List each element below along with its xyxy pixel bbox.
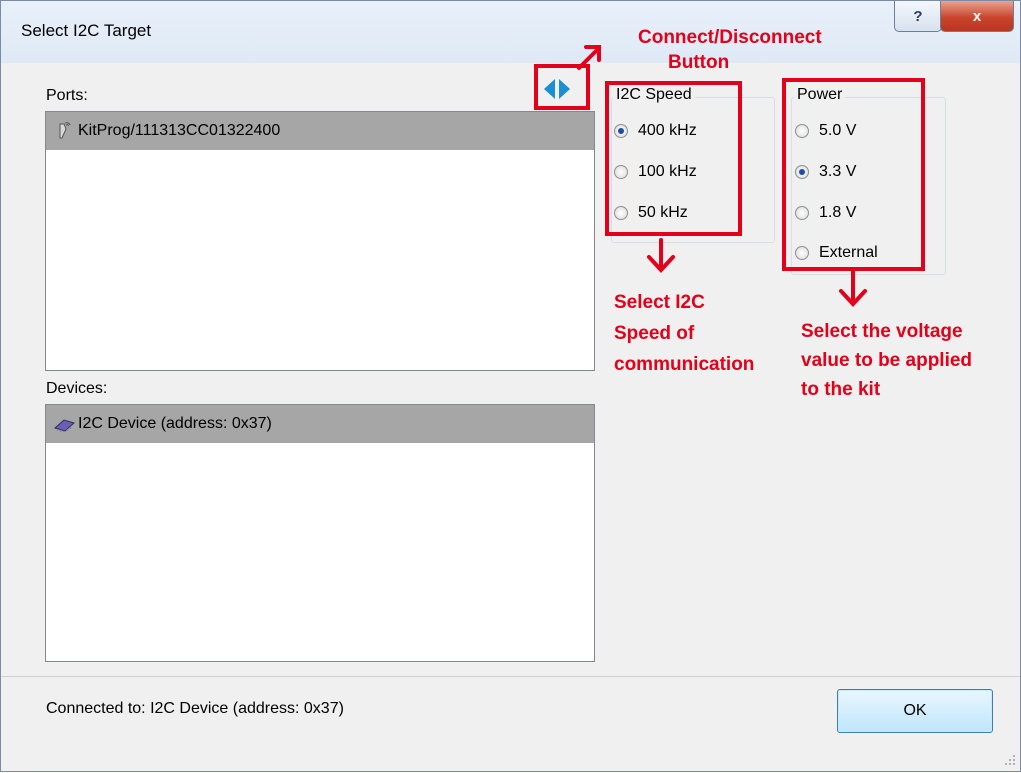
power-annotation-line: value to be applied — [801, 350, 973, 371]
connect-arrow-line — [577, 46, 601, 70]
speed-annotation-line: communication — [614, 354, 755, 375]
speed-annotation-line: Select I2C — [614, 292, 705, 313]
connection-status: Connected to: I2C Device (address: 0x37) — [46, 700, 344, 717]
power-annotation-line: Select the voltage — [801, 321, 963, 342]
resize-grip-icon[interactable] — [1003, 753, 1017, 767]
connect-annotation-line: Connect/Disconnect — [638, 27, 822, 48]
speed-annotation: Select I2C Speed of communication — [614, 287, 754, 380]
power-annotation: Select the voltage value to be applied t… — [801, 317, 972, 404]
dialog-window: Select I2C Target ? x Ports: KitProg/111… — [0, 0, 1021, 772]
connect-annotation-line: Button — [668, 52, 730, 73]
connect-annotation: Connect/Disconnect Button — [638, 25, 822, 75]
footer-divider — [1, 676, 1020, 677]
speed-annotation-line: Speed of — [614, 323, 695, 344]
ok-button[interactable]: OK — [837, 689, 993, 733]
power-annotation-line: to the kit — [801, 379, 881, 400]
